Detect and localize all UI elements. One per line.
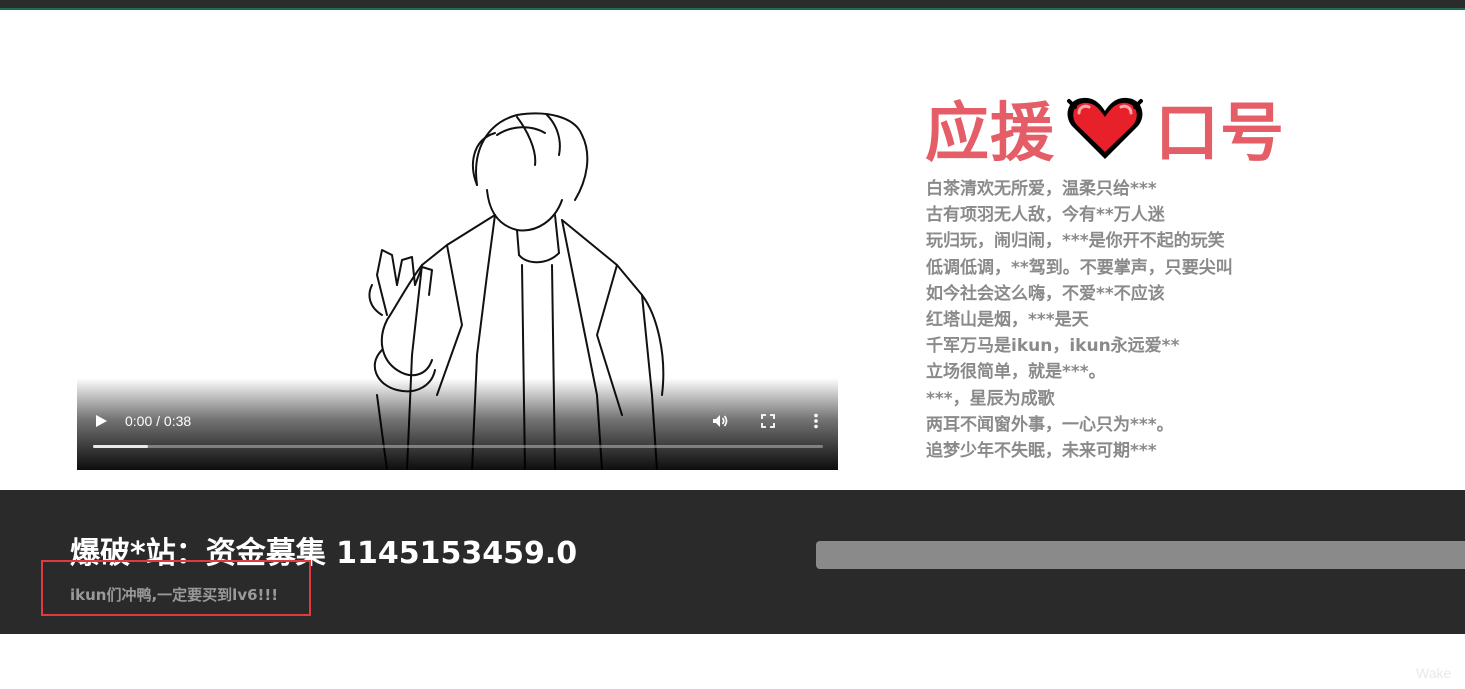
fullscreen-icon	[761, 414, 775, 428]
video-time: 0:00 / 0:38	[125, 413, 192, 429]
slogan-item: 如今社会这么嗨，不爱**不应该	[926, 283, 1165, 304]
slogan-item: 两耳不闻窗外事，一心只为***。	[926, 414, 1174, 435]
more-options-button[interactable]	[806, 411, 826, 431]
cheer-title-left: 应援	[925, 97, 1055, 171]
play-icon	[96, 415, 107, 427]
volume-icon	[713, 415, 728, 427]
top-bar	[0, 0, 1465, 10]
more-vert-icon	[814, 413, 818, 429]
slogan-list: 白茶清欢无所爱，温柔只给*** 古有项羽无人敌，今有**万人迷 玩归玩，闹归闹，…	[926, 176, 1233, 464]
slogan-item: 古有项羽无人敌，今有**万人迷	[926, 205, 1165, 226]
watermark: Wake	[1416, 665, 1452, 681]
slogan-item: 玩归玩，闹归闹，***是你开不起的玩笑	[926, 231, 1225, 252]
funding-progress-bar	[816, 541, 1465, 569]
slogan-item: 红塔山是烟，***是天	[926, 310, 1089, 331]
highlight-box	[41, 560, 311, 616]
slogan-item: 低调低调，**驾到。不要掌声，只要尖叫	[926, 257, 1233, 278]
slogan-item: 立场很简单，就是***。	[926, 362, 1106, 383]
slogan-item: ***，星辰为成歌	[926, 388, 1055, 409]
fullscreen-button[interactable]	[758, 411, 778, 431]
slogan-item: 白茶清欢无所爱，温柔只给***	[926, 179, 1157, 199]
volume-button[interactable]	[710, 411, 730, 431]
cheer-title-right: 口号	[1155, 97, 1285, 171]
video-progress-fill	[93, 445, 148, 448]
video-progress-bar[interactable]	[93, 445, 823, 448]
slogan-item: 千军万马是ikun，ikun永远爱**	[926, 336, 1180, 357]
play-button[interactable]	[91, 411, 111, 431]
cheer-title: 应援 口号	[925, 88, 1285, 171]
heart-icon	[1067, 97, 1143, 159]
video-player[interactable]: 0:00 / 0:38	[77, 95, 838, 470]
slogan-item: 追梦少年不失眠，未来可期***	[926, 441, 1157, 462]
